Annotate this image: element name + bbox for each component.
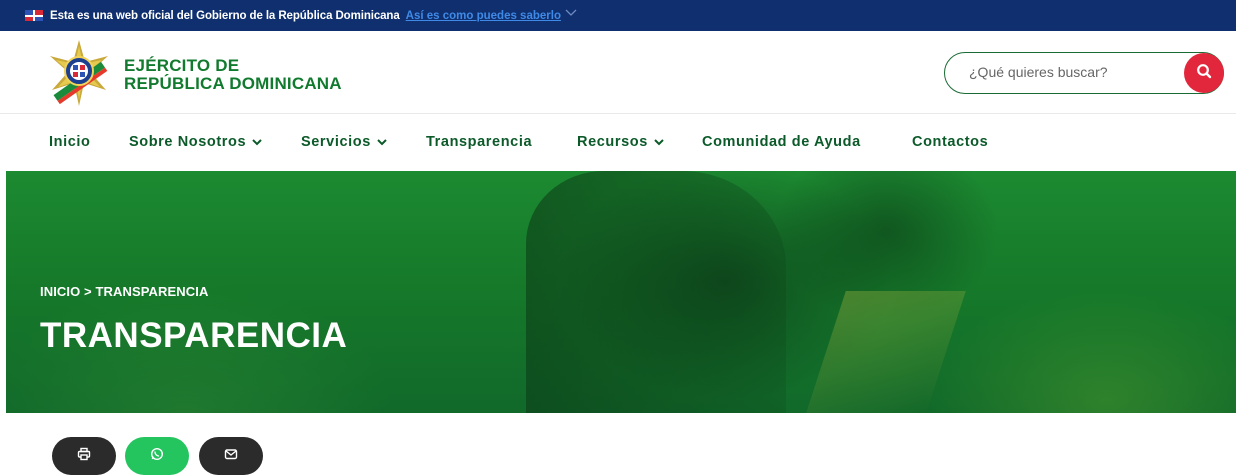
nav-item-label: Contactos [912,134,989,150]
nav-item-label: Servicios [301,134,371,150]
chevron-down-icon [252,139,262,146]
brand-line-2: REPÚBLICA DOMINICANA [124,74,342,93]
search-input[interactable] [969,64,1169,80]
search-icon [1196,63,1212,84]
print-button[interactable] [52,437,116,475]
print-icon [77,447,91,466]
army-logo[interactable] [44,38,114,108]
nav-item-label: Transparencia [426,134,533,150]
chevron-down-icon[interactable] [565,9,577,20]
nav-item-inicio[interactable]: Inicio [49,134,90,150]
search-box [944,52,1224,94]
nav-item-label: Inicio [49,134,91,150]
nav-item-recursos[interactable]: Recursos [577,134,665,150]
page-title: TRANSPARENCIA [40,316,348,355]
dominican-flag-icon [25,10,43,21]
chevron-down-icon [654,139,664,146]
email-share-button[interactable] [199,437,263,475]
nav-item-sobre-nosotros[interactable]: Sobre Nosotros [129,134,263,150]
nav-item-label: Comunidad de Ayuda [702,134,861,150]
whatsapp-share-button[interactable] [125,437,189,475]
gov-banner: Esta es una web oficial del Gobierno de … [0,0,1236,31]
nav-item-label: Sobre Nosotros [129,134,247,150]
mail-icon [224,447,238,466]
brand-line-1: EJÉRCITO DE [124,56,240,75]
site-header: EJÉRCITO DE REPÚBLICA DOMINICANA [0,31,1236,114]
nav-item-label: Recursos [577,134,648,150]
breadcrumb[interactable]: INICIO > TRANSPARENCIA [40,284,208,299]
hero-background-detail [806,291,966,413]
brand-name[interactable]: EJÉRCITO DE REPÚBLICA DOMINICANA [124,57,342,93]
nav-item-transparencia[interactable]: Transparencia [426,134,532,150]
nav-item-contactos[interactable]: Contactos [912,134,988,150]
nav-item-servicios[interactable]: Servicios [301,134,388,150]
search-button[interactable] [1184,53,1224,93]
main-nav: Inicio Sobre Nosotros Servicios Transpar… [0,115,1236,171]
nav-item-comunidad-de-ayuda[interactable]: Comunidad de Ayuda [702,134,861,150]
hero-background-image [526,171,786,413]
chevron-down-icon [377,139,387,146]
hero-banner: INICIO > TRANSPARENCIA TRANSPARENCIA [6,171,1236,413]
whatsapp-icon [150,447,164,466]
gov-banner-link[interactable]: Así es como puedes saberlo [406,10,561,22]
gov-banner-text: Esta es una web oficial del Gobierno de … [50,9,400,22]
